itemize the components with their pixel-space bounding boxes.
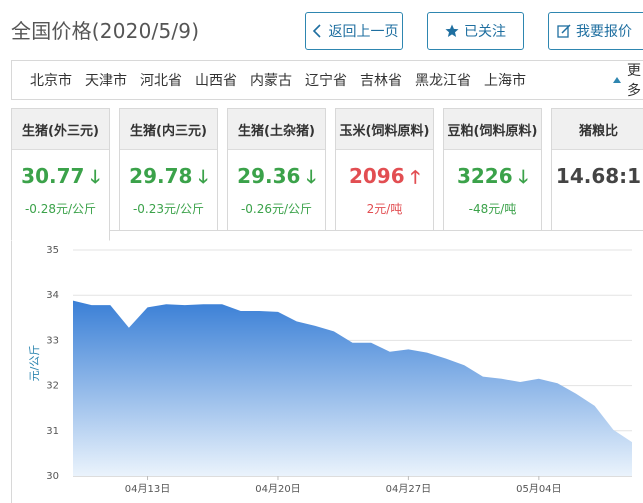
price-area-chart: 30 31 32 33 34 35 04月13日 04月20日 04月27日 05月04日 元/… (28, 245, 632, 495)
y-tick-label: 33 (46, 335, 59, 346)
card-change: -0.26元/公斤 (228, 200, 325, 217)
y-tick-label: 30 (46, 471, 59, 482)
arrow-down-icon: 🡓 (198, 167, 208, 188)
price-card-pig-outer[interactable]: 生猪(外三元) 30.77 🡓 -0.28元/公斤 (11, 108, 110, 241)
price-card-corn[interactable]: 玉米(饲料原料) 2096 🡑 2元/吨 (335, 108, 434, 231)
card-title: 玉米(饲料原料) (336, 109, 433, 150)
x-tick-label: 05月04日 (516, 483, 561, 495)
follow-button-label: 已关注 (464, 24, 506, 40)
x-tick-label: 04月27日 (386, 483, 431, 495)
price-area (73, 300, 632, 476)
card-value: 3226 🡓 (444, 164, 541, 195)
price-card-hog-grain-ratio[interactable]: 猪粮比 14.68:1 (551, 108, 643, 231)
back-button-label: 返回上一页 (328, 24, 399, 40)
region-item[interactable]: 天津市 (85, 70, 127, 90)
card-value: 29.36 🡓 (228, 164, 325, 195)
region-item[interactable]: 内蒙古 (250, 70, 292, 90)
report-price-label: 我要报价 (576, 24, 632, 40)
report-price-button[interactable]: 我要报价 (548, 12, 643, 50)
card-title: 生猪(内三元) (120, 109, 217, 150)
price-card-pig-inner[interactable]: 生猪(内三元) 29.78 🡓 -0.23元/公斤 (119, 108, 218, 231)
card-value: 30.77 🡓 (12, 164, 109, 195)
price-card-pig-local[interactable]: 生猪(土杂猪) 29.36 🡓 -0.26元/公斤 (227, 108, 326, 231)
y-axis-label: 元/公斤 (28, 345, 41, 382)
price-card-soymeal[interactable]: 豆粕(饲料原料) 3226 🡓 -48元/吨 (443, 108, 542, 231)
card-change-text: -0.28元/公斤 (24, 202, 97, 216)
card-value: 29.78 🡓 (120, 164, 217, 195)
card-change: 2元/吨 (336, 200, 433, 217)
arrow-down-icon: 🡓 (518, 167, 529, 188)
card-price: 30.77 (21, 164, 85, 188)
card-change-text: 2元/吨 (366, 202, 403, 216)
card-change: -0.23元/公斤 (120, 200, 217, 217)
region-item[interactable]: 山西省 (195, 70, 237, 90)
region-item[interactable]: 辽宁省 (305, 70, 347, 90)
card-title: 生猪(土杂猪) (228, 109, 325, 150)
y-tick-label: 35 (46, 245, 59, 256)
card-price: 3226 (456, 164, 513, 188)
arrow-up-icon: 🡑 (410, 167, 421, 188)
card-price: 2096 (348, 164, 405, 188)
card-price: 29.78 (129, 164, 193, 188)
card-change-text: -0.23元/公斤 (132, 202, 205, 216)
back-button[interactable]: 返回上一页 (305, 12, 403, 50)
card-change-text: -48元/吨 (468, 202, 517, 216)
card-price: 29.36 (237, 164, 301, 188)
y-tick-label: 31 (46, 426, 59, 437)
card-change: -0.28元/公斤 (12, 200, 109, 217)
chevron-left-icon (312, 24, 321, 38)
triangle-up-icon (613, 77, 621, 83)
card-value: 2096 🡑 (336, 164, 433, 195)
x-tick-label: 04月20日 (255, 483, 300, 495)
card-value: 14.68:1 (552, 164, 643, 188)
x-tick-label: 04月13日 (125, 483, 170, 495)
card-title: 豆粕(饲料原料) (444, 109, 541, 150)
more-label: 更多 (627, 63, 641, 99)
arrow-down-icon: 🡓 (306, 167, 316, 188)
price-chart: 30 31 32 33 34 35 04月13日 04月20日 04月27日 05月04日 元/… (11, 230, 643, 503)
card-title: 猪粮比 (552, 109, 643, 150)
follow-button[interactable]: 已关注 (427, 12, 524, 50)
more-regions-toggle[interactable]: 更多 (613, 61, 643, 99)
page-title: 全国价格(2020/5/9) (11, 19, 200, 43)
card-title: 生猪(外三元) (12, 109, 109, 150)
region-item[interactable]: 吉林省 (360, 70, 402, 90)
region-item[interactable]: 上海市 (484, 70, 526, 90)
region-item[interactable]: 黑龙江省 (415, 70, 471, 90)
y-tick-label: 34 (46, 290, 59, 301)
star-icon (445, 24, 459, 37)
arrow-down-icon: 🡓 (90, 167, 100, 188)
edit-icon (557, 24, 571, 38)
card-change: -48元/吨 (444, 200, 541, 217)
card-change-text: -0.26元/公斤 (240, 202, 313, 216)
card-price: 14.68:1 (555, 164, 642, 188)
region-nav: 北京市 天津市 河北省 山西省 内蒙古 辽宁省 吉林省 黑龙江省 上海市 更多 (11, 60, 643, 100)
region-item[interactable]: 河北省 (140, 70, 182, 90)
y-tick-label: 32 (46, 381, 59, 392)
region-item[interactable]: 北京市 (30, 70, 72, 90)
